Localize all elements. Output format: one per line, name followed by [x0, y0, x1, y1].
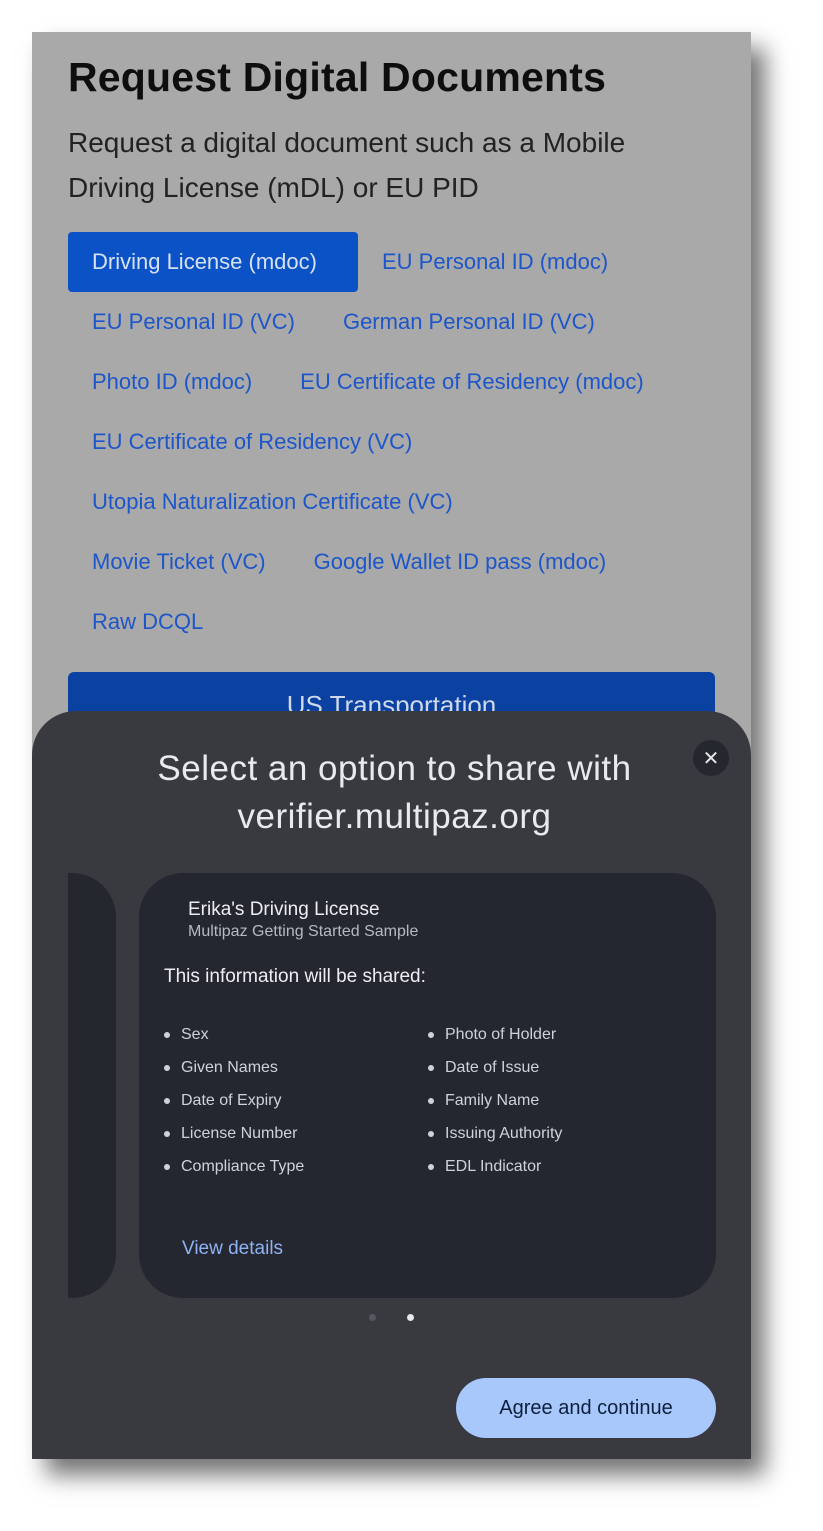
bullet-icon: [428, 1097, 434, 1104]
list-item: Sex: [164, 1018, 304, 1051]
list-item: License Number: [164, 1117, 304, 1150]
app-frame: Request Digital Documents Request a digi…: [32, 32, 751, 1459]
document-chips: Driving License (mdoc) EU Personal ID (m…: [68, 232, 718, 652]
chip-eu-residency-mdoc[interactable]: EU Certificate of Residency (mdoc): [276, 352, 668, 412]
shared-heading: This information will be shared:: [164, 966, 426, 987]
sheet-title: Select an option to share with verifier.…: [157, 749, 632, 836]
view-details-link[interactable]: View details: [182, 1238, 283, 1260]
chip-google-wallet-id-mdoc[interactable]: Google Wallet ID pass (mdoc): [290, 532, 631, 592]
item-label: Given Names: [181, 1058, 278, 1076]
bullet-icon: [428, 1031, 434, 1038]
list-item: Issuing Authority: [428, 1117, 562, 1150]
chip-row: Raw DCQL: [68, 592, 718, 652]
item-label: License Number: [181, 1124, 298, 1142]
item-label: Photo of Holder: [445, 1025, 557, 1043]
list-item: Family Name: [428, 1084, 562, 1117]
bullet-icon: [164, 1031, 170, 1038]
chip-eu-residency-vc[interactable]: EU Certificate of Residency (VC): [68, 412, 436, 472]
bullet-icon: [428, 1130, 434, 1137]
list-item: Date of Issue: [428, 1051, 562, 1084]
bullet-icon: [164, 1097, 170, 1104]
bullet-icon: [164, 1163, 170, 1170]
chip-row: Photo ID (mdoc) EU Certificate of Reside…: [68, 352, 718, 412]
page-description: Request a digital document such as a Mob…: [68, 127, 626, 203]
chip-driving-license-mdoc[interactable]: Driving License (mdoc): [68, 232, 358, 292]
pager-indicator: [369, 1314, 414, 1321]
chip-eu-personal-id-mdoc[interactable]: EU Personal ID (mdoc): [358, 232, 632, 292]
chip-row: Utopia Naturalization Certificate (VC): [68, 472, 718, 532]
credential-card[interactable]: Erika's Driving License Multipaz Getting…: [139, 873, 716, 1298]
bullet-icon: [428, 1064, 434, 1071]
bullet-icon: [164, 1130, 170, 1137]
shared-items-right: Photo of Holder Date of Issue Family Nam…: [428, 1018, 562, 1183]
chip-eu-personal-id-vc[interactable]: EU Personal ID (VC): [68, 292, 319, 352]
list-item: EDL Indicator: [428, 1150, 562, 1183]
chip-german-personal-id-vc[interactable]: German Personal ID (VC): [319, 292, 619, 352]
list-item: Photo of Holder: [428, 1018, 562, 1051]
chip-row: EU Certificate of Residency (VC): [68, 412, 718, 472]
bullet-icon: [428, 1163, 434, 1170]
chip-row: Movie Ticket (VC) Google Wallet ID pass …: [68, 532, 718, 592]
pager-dot-active[interactable]: [407, 1314, 414, 1321]
item-label: Date of Issue: [445, 1058, 540, 1076]
chip-raw-dcql[interactable]: Raw DCQL: [68, 592, 227, 652]
item-label: Compliance Type: [181, 1157, 305, 1175]
share-bottom-sheet: ✕ Select an option to share with verifie…: [32, 711, 751, 1459]
chip-row: Driving License (mdoc) EU Personal ID (m…: [68, 232, 718, 292]
bullet-icon: [164, 1064, 170, 1071]
item-label: Issuing Authority: [445, 1124, 563, 1142]
list-item: Compliance Type: [164, 1150, 304, 1183]
credential-title: Erika's Driving License: [188, 899, 380, 920]
credential-subtitle: Multipaz Getting Started Sample: [188, 923, 419, 940]
pager-dot[interactable]: [369, 1314, 376, 1321]
chip-utopia-naturalization-vc[interactable]: Utopia Naturalization Certificate (VC): [68, 472, 477, 532]
list-item: Given Names: [164, 1051, 304, 1084]
shared-items-left: Sex Given Names Date of Expiry License N…: [164, 1018, 304, 1183]
chip-row: EU Personal ID (VC) German Personal ID (…: [68, 292, 718, 352]
previous-card[interactable]: [68, 873, 116, 1298]
agree-continue-button[interactable]: Agree and continue: [456, 1378, 716, 1438]
page-title: Request Digital Documents: [68, 54, 607, 100]
chip-movie-ticket-vc[interactable]: Movie Ticket (VC): [68, 532, 290, 592]
item-label: Date of Expiry: [181, 1091, 282, 1109]
item-label: EDL Indicator: [445, 1157, 542, 1175]
list-item: Date of Expiry: [164, 1084, 304, 1117]
item-label: Family Name: [445, 1091, 540, 1109]
item-label: Sex: [181, 1025, 209, 1043]
chip-photo-id-mdoc[interactable]: Photo ID (mdoc): [68, 352, 276, 412]
